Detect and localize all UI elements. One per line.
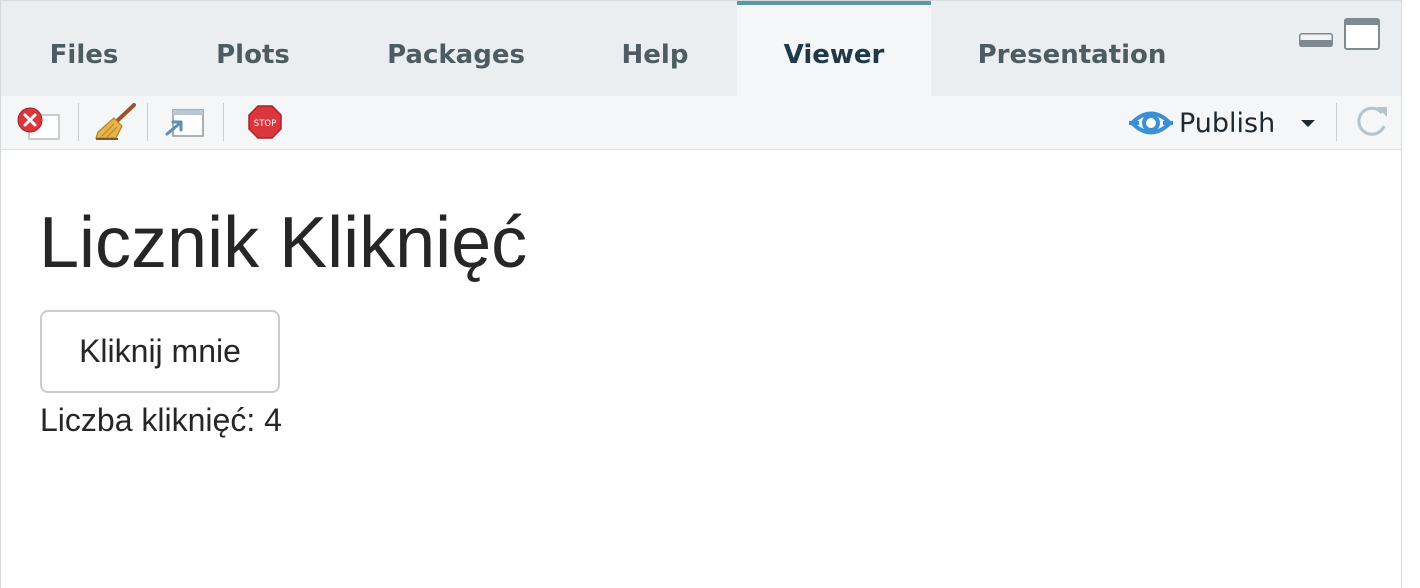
publish-icon	[1129, 111, 1173, 135]
click-me-button[interactable]: Kliknij mnie	[40, 310, 280, 393]
viewer-pane: Files Plots Packages Help Viewer Present…	[0, 0, 1402, 588]
tab-packages[interactable]: Packages	[371, 1, 541, 96]
click-count-text: Liczba kliknięć: 4	[40, 401, 282, 439]
minimize-pane-icon[interactable]	[1299, 33, 1333, 47]
toolbar-separator	[1336, 103, 1337, 141]
tab-plots[interactable]: Plots	[193, 1, 313, 96]
stop-icon[interactable]: STOP	[246, 102, 284, 142]
broom-icon[interactable]	[94, 102, 138, 142]
toolbar-separator	[147, 103, 148, 141]
click-count-label: Liczba kliknięć:	[40, 402, 256, 438]
tab-presentation[interactable]: Presentation	[963, 1, 1181, 96]
tab-viewer[interactable]: Viewer	[737, 1, 931, 96]
tab-files[interactable]: Files	[29, 1, 139, 96]
maximize-pane-icon[interactable]	[1344, 18, 1380, 50]
tab-bar: Files Plots Packages Help Viewer Present…	[1, 1, 1401, 96]
show-in-new-window-icon[interactable]	[163, 102, 207, 142]
toolbar-separator	[78, 103, 79, 141]
click-count-value: 4	[264, 402, 282, 438]
svg-text:STOP: STOP	[254, 119, 276, 129]
refresh-icon[interactable]	[1351, 102, 1391, 142]
publish-button[interactable]: Publish	[1129, 103, 1275, 143]
publish-label: Publish	[1179, 107, 1276, 139]
chevron-down-icon[interactable]	[1298, 116, 1318, 130]
toolbar-separator	[223, 103, 224, 141]
viewer-toolbar: STOP Publish	[1, 96, 1401, 150]
remove-viewer-icon[interactable]	[15, 102, 61, 142]
viewer-content: Licznik Kliknięć Kliknij mnie Liczba kli…	[1, 150, 1401, 588]
app-title: Licznik Kliknięć	[39, 203, 528, 283]
tab-help[interactable]: Help	[603, 1, 707, 96]
